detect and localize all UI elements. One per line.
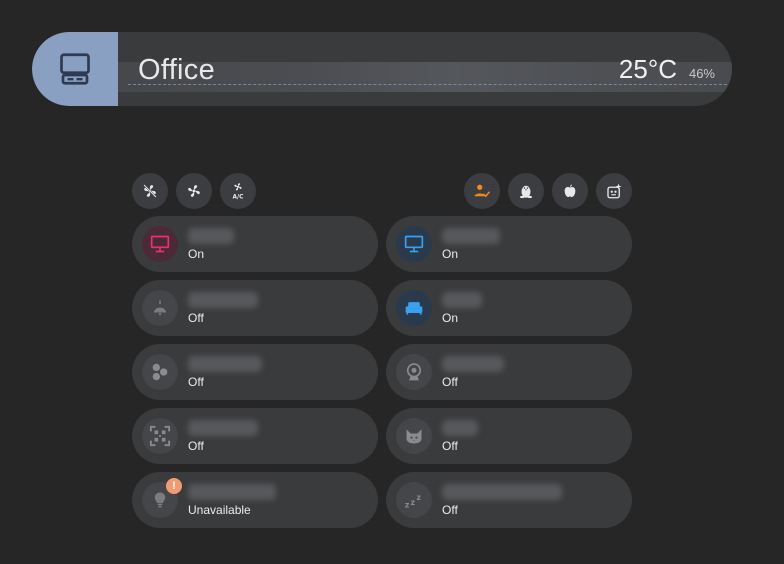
tile-state: Off: [188, 375, 204, 389]
tile-icon-container: [396, 226, 432, 262]
tile-icon-container: [396, 418, 432, 454]
lightbulb-icon: [154, 492, 166, 508]
tile-icon-container: [142, 354, 178, 390]
cat-icon: [406, 429, 422, 444]
tile-monitor-left[interactable]: On: [132, 216, 378, 272]
tile-lightbulb-unavailable[interactable]: ! Unavailable: [132, 472, 378, 528]
temperature-readout: 25°C: [618, 54, 677, 84]
tile-state: On: [442, 311, 459, 325]
ac-fan-button[interactable]: A/C: [220, 173, 256, 209]
warning-badge: !: [166, 478, 182, 494]
humidity-readout: 46%: [688, 66, 715, 81]
tile-icon-container: [142, 418, 178, 454]
tile-name: [188, 292, 258, 308]
sofa-icon: [405, 302, 423, 315]
tile-name-redacted: [188, 356, 262, 372]
webcam-icon: [406, 363, 422, 381]
apple-button[interactable]: [552, 173, 588, 209]
tile-name-redacted: [188, 484, 276, 500]
linux-icon: [520, 185, 532, 199]
robot-icon: [607, 183, 622, 199]
tile-state: Off: [442, 503, 458, 517]
tile-icon-container: [142, 226, 178, 262]
tile-hexagon-group[interactable]: Off: [132, 344, 378, 400]
tile-icon-container: [142, 290, 178, 326]
fan-alt-button[interactable]: [176, 173, 212, 209]
tile-cat[interactable]: Off: [386, 408, 632, 464]
tile-name-redacted: [442, 420, 478, 436]
qr-scan-icon: [149, 425, 171, 447]
tile-webcam[interactable]: Off: [386, 344, 632, 400]
ceiling-light-icon: [154, 300, 166, 316]
tile-state: Off: [442, 439, 458, 453]
tile-name-redacted: [442, 292, 482, 308]
tile-state: Off: [442, 375, 458, 389]
ac-fan-icon: A/C: [233, 183, 244, 201]
tile-name-redacted: [442, 228, 500, 244]
robot-button[interactable]: [596, 173, 632, 209]
fan-alt-icon: [188, 185, 200, 197]
tile-name-redacted: [442, 484, 562, 500]
tile-icon-container: [396, 290, 432, 326]
tile-state: On: [188, 247, 205, 261]
svg-text:z: z: [411, 498, 415, 507]
area-icon-container: [32, 32, 118, 106]
tile-name-redacted: [188, 420, 258, 436]
tile-state: Off: [188, 439, 204, 453]
tile-icon-container: [396, 354, 432, 390]
svg-text:z: z: [417, 493, 421, 502]
area-header-card[interactable]: Office 25°C 46%: [32, 32, 732, 106]
monitor-icon: [150, 235, 170, 253]
presence-button[interactable]: [464, 173, 500, 209]
fan-icon: [143, 184, 157, 198]
tile-ceiling-light[interactable]: Off: [132, 280, 378, 336]
area-title: Office: [138, 54, 216, 86]
tile-sleep[interactable]: z z z Off: [386, 472, 632, 528]
svg-text:z: z: [405, 501, 409, 510]
fan-button[interactable]: [132, 173, 168, 209]
tile-state: Off: [188, 311, 204, 325]
tile-sofa[interactable]: On: [386, 280, 632, 336]
tile-state: On: [442, 247, 459, 261]
desktop-computer-icon: [60, 53, 90, 85]
sleep-icon: z z z: [405, 493, 421, 510]
hexagon-cluster-icon: [152, 363, 168, 381]
apple-icon: [564, 184, 576, 197]
tile-icon-container: z z z: [396, 482, 432, 518]
ac-fan-label: A/C: [233, 195, 244, 201]
tile-name-redacted: [188, 228, 234, 244]
tile-qr-scanner[interactable]: Off: [132, 408, 378, 464]
tile-name-redacted: [442, 356, 504, 372]
tile-state: Unavailable: [188, 503, 251, 517]
person-check-icon: [474, 184, 491, 198]
tile-monitor-right[interactable]: On: [386, 216, 632, 272]
monitor-icon: [404, 235, 424, 253]
linux-button[interactable]: [508, 173, 544, 209]
